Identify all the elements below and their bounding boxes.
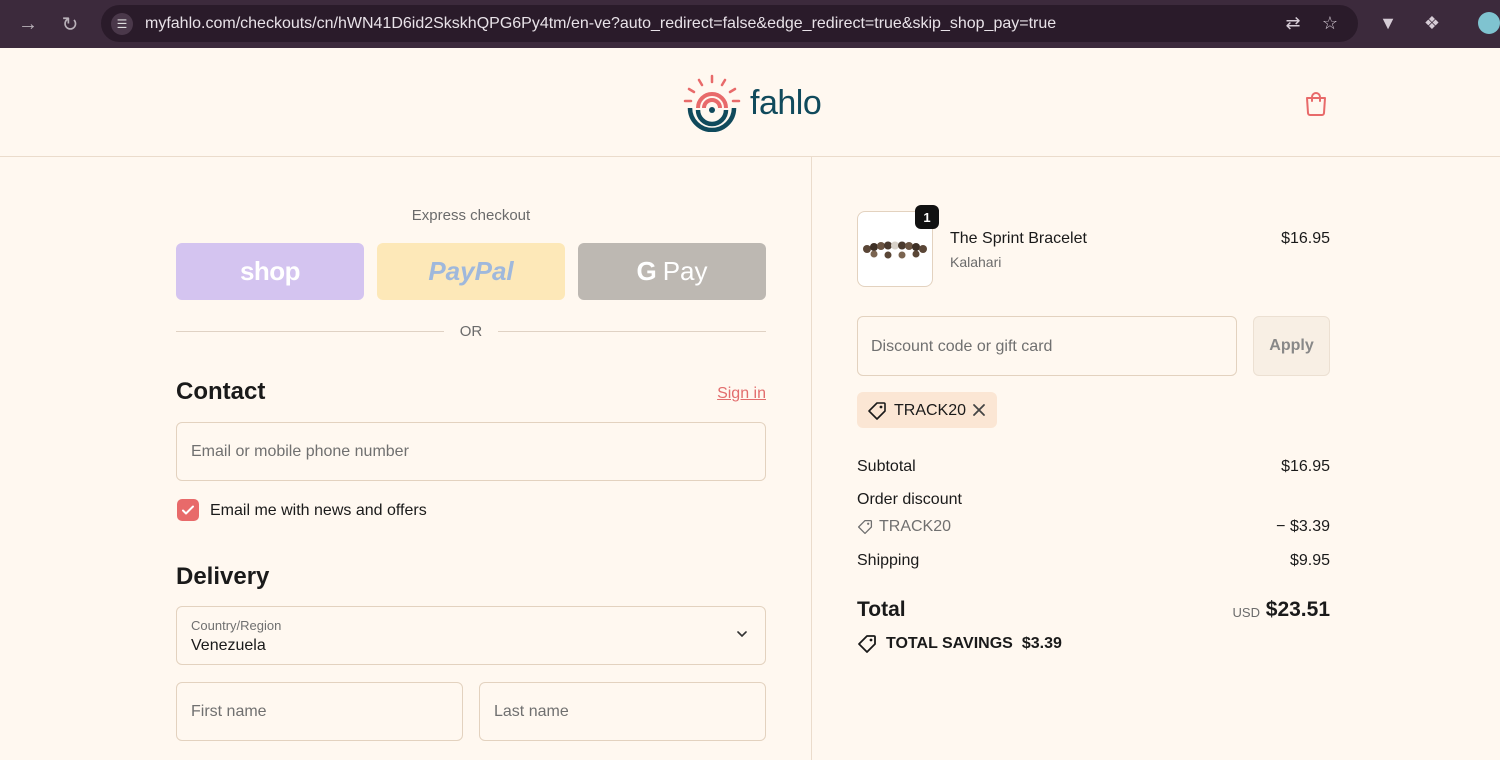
contact-heading: Contact (176, 378, 266, 405)
shopping-bag-icon[interactable] (1304, 90, 1328, 116)
quantity-badge: 1 (915, 205, 939, 229)
shipping-value: $9.95 (1289, 552, 1330, 569)
sign-in-link[interactable]: Sign in (700, 385, 766, 403)
bookmark-star-icon[interactable]: ☆ (1319, 12, 1341, 34)
or-divider: OR (176, 322, 766, 342)
google-pay-button[interactable]: G Pay (578, 243, 766, 300)
fahlo-logo[interactable]: fahlo (682, 74, 822, 132)
shop-pay-label: shop (239, 256, 301, 286)
subtotal-label: Subtotal (857, 458, 916, 475)
fahlo-logo-mark-icon (683, 74, 741, 132)
applied-code-text: TRACK20 (894, 402, 967, 419)
reload-icon[interactable]: ↻ (58, 12, 82, 36)
extensions-puzzle-icon[interactable]: ❖ (1421, 12, 1443, 34)
country-label: Country/Region (191, 618, 282, 633)
tag-icon (868, 402, 886, 420)
product-variant: Kalahari (950, 254, 1002, 270)
subtotal-value: $16.95 (1281, 458, 1330, 475)
shop-pay-button[interactable]: shop (176, 243, 364, 300)
discount-code-input[interactable]: Discount code or gift card (857, 316, 1237, 376)
newsletter-label[interactable]: Email me with news and offers (210, 502, 427, 520)
chevron-down-icon (737, 631, 747, 637)
product-price: $16.95 (1281, 230, 1330, 247)
savings-value: $3.39 (1021, 635, 1062, 652)
product-name: The Sprint Bracelet (950, 230, 1087, 247)
first-name-field[interactable]: First name (176, 682, 463, 741)
discount-code-text: TRACK20 (879, 518, 952, 535)
forward-icon[interactable]: → (16, 12, 40, 36)
column-divider (811, 157, 812, 760)
savings-label: TOTAL SAVINGS (886, 635, 1013, 652)
email-field[interactable]: Email or mobile phone number (176, 422, 766, 481)
newsletter-checkbox[interactable] (177, 499, 199, 521)
google-g-icon: G (636, 256, 657, 286)
remove-code-close-icon[interactable] (970, 401, 988, 419)
divider-line (176, 331, 444, 332)
checkmark-icon (182, 505, 194, 515)
total-label: Total (857, 598, 906, 621)
discount-placeholder: Discount code or gift card (871, 338, 1053, 355)
url-text[interactable]: myfahlo.com/checkouts/cn/hWN41D6id2Skskh… (145, 15, 1056, 33)
address-bar[interactable]: ☰ myfahlo.com/checkouts/cn/hWN41D6id2Sks… (101, 5, 1358, 42)
discount-code-row: TRACK20 (857, 518, 951, 536)
site-settings-icon[interactable]: ☰ (111, 13, 133, 35)
paypal-button[interactable]: PayPal (377, 243, 565, 300)
delivery-heading: Delivery (176, 563, 270, 590)
email-placeholder: Email or mobile phone number (191, 443, 409, 460)
express-checkout-label: Express checkout (411, 207, 531, 224)
country-select[interactable]: Country/Region Venezuela (176, 606, 766, 665)
browser-toolbar: → ↻ ☰ myfahlo.com/checkouts/cn/hWN41D6id… (0, 0, 1500, 48)
total-currency: USD (1232, 605, 1260, 620)
or-text: OR (459, 323, 483, 340)
order-discount-label: Order discount (857, 491, 962, 508)
logo-wordmark: fahlo (750, 83, 822, 122)
extension-icon[interactable]: ▼ (1377, 12, 1399, 34)
site-header: fahlo (0, 48, 1500, 157)
apply-discount-button[interactable]: Apply (1253, 316, 1330, 376)
country-value: Venezuela (191, 637, 266, 654)
translate-icon[interactable]: ⇄ (1282, 12, 1304, 34)
last-name-placeholder: Last name (494, 703, 569, 720)
tag-icon (857, 519, 873, 535)
google-pay-label: Pay (662, 256, 708, 286)
total-savings-row: TOTAL SAVINGS $3.39 (857, 634, 1062, 654)
applied-discount-chip: TRACK20 (857, 392, 997, 428)
shipping-label: Shipping (857, 552, 920, 569)
first-name-placeholder: First name (191, 703, 267, 720)
paypal-label: PayPal (428, 256, 514, 286)
profile-avatar[interactable] (1478, 12, 1500, 34)
last-name-field[interactable]: Last name (479, 682, 766, 741)
divider-line (498, 331, 766, 332)
tag-icon (858, 635, 876, 653)
total-value: $23.51 (1265, 598, 1330, 621)
discount-value: − $3.39 (1276, 518, 1330, 535)
